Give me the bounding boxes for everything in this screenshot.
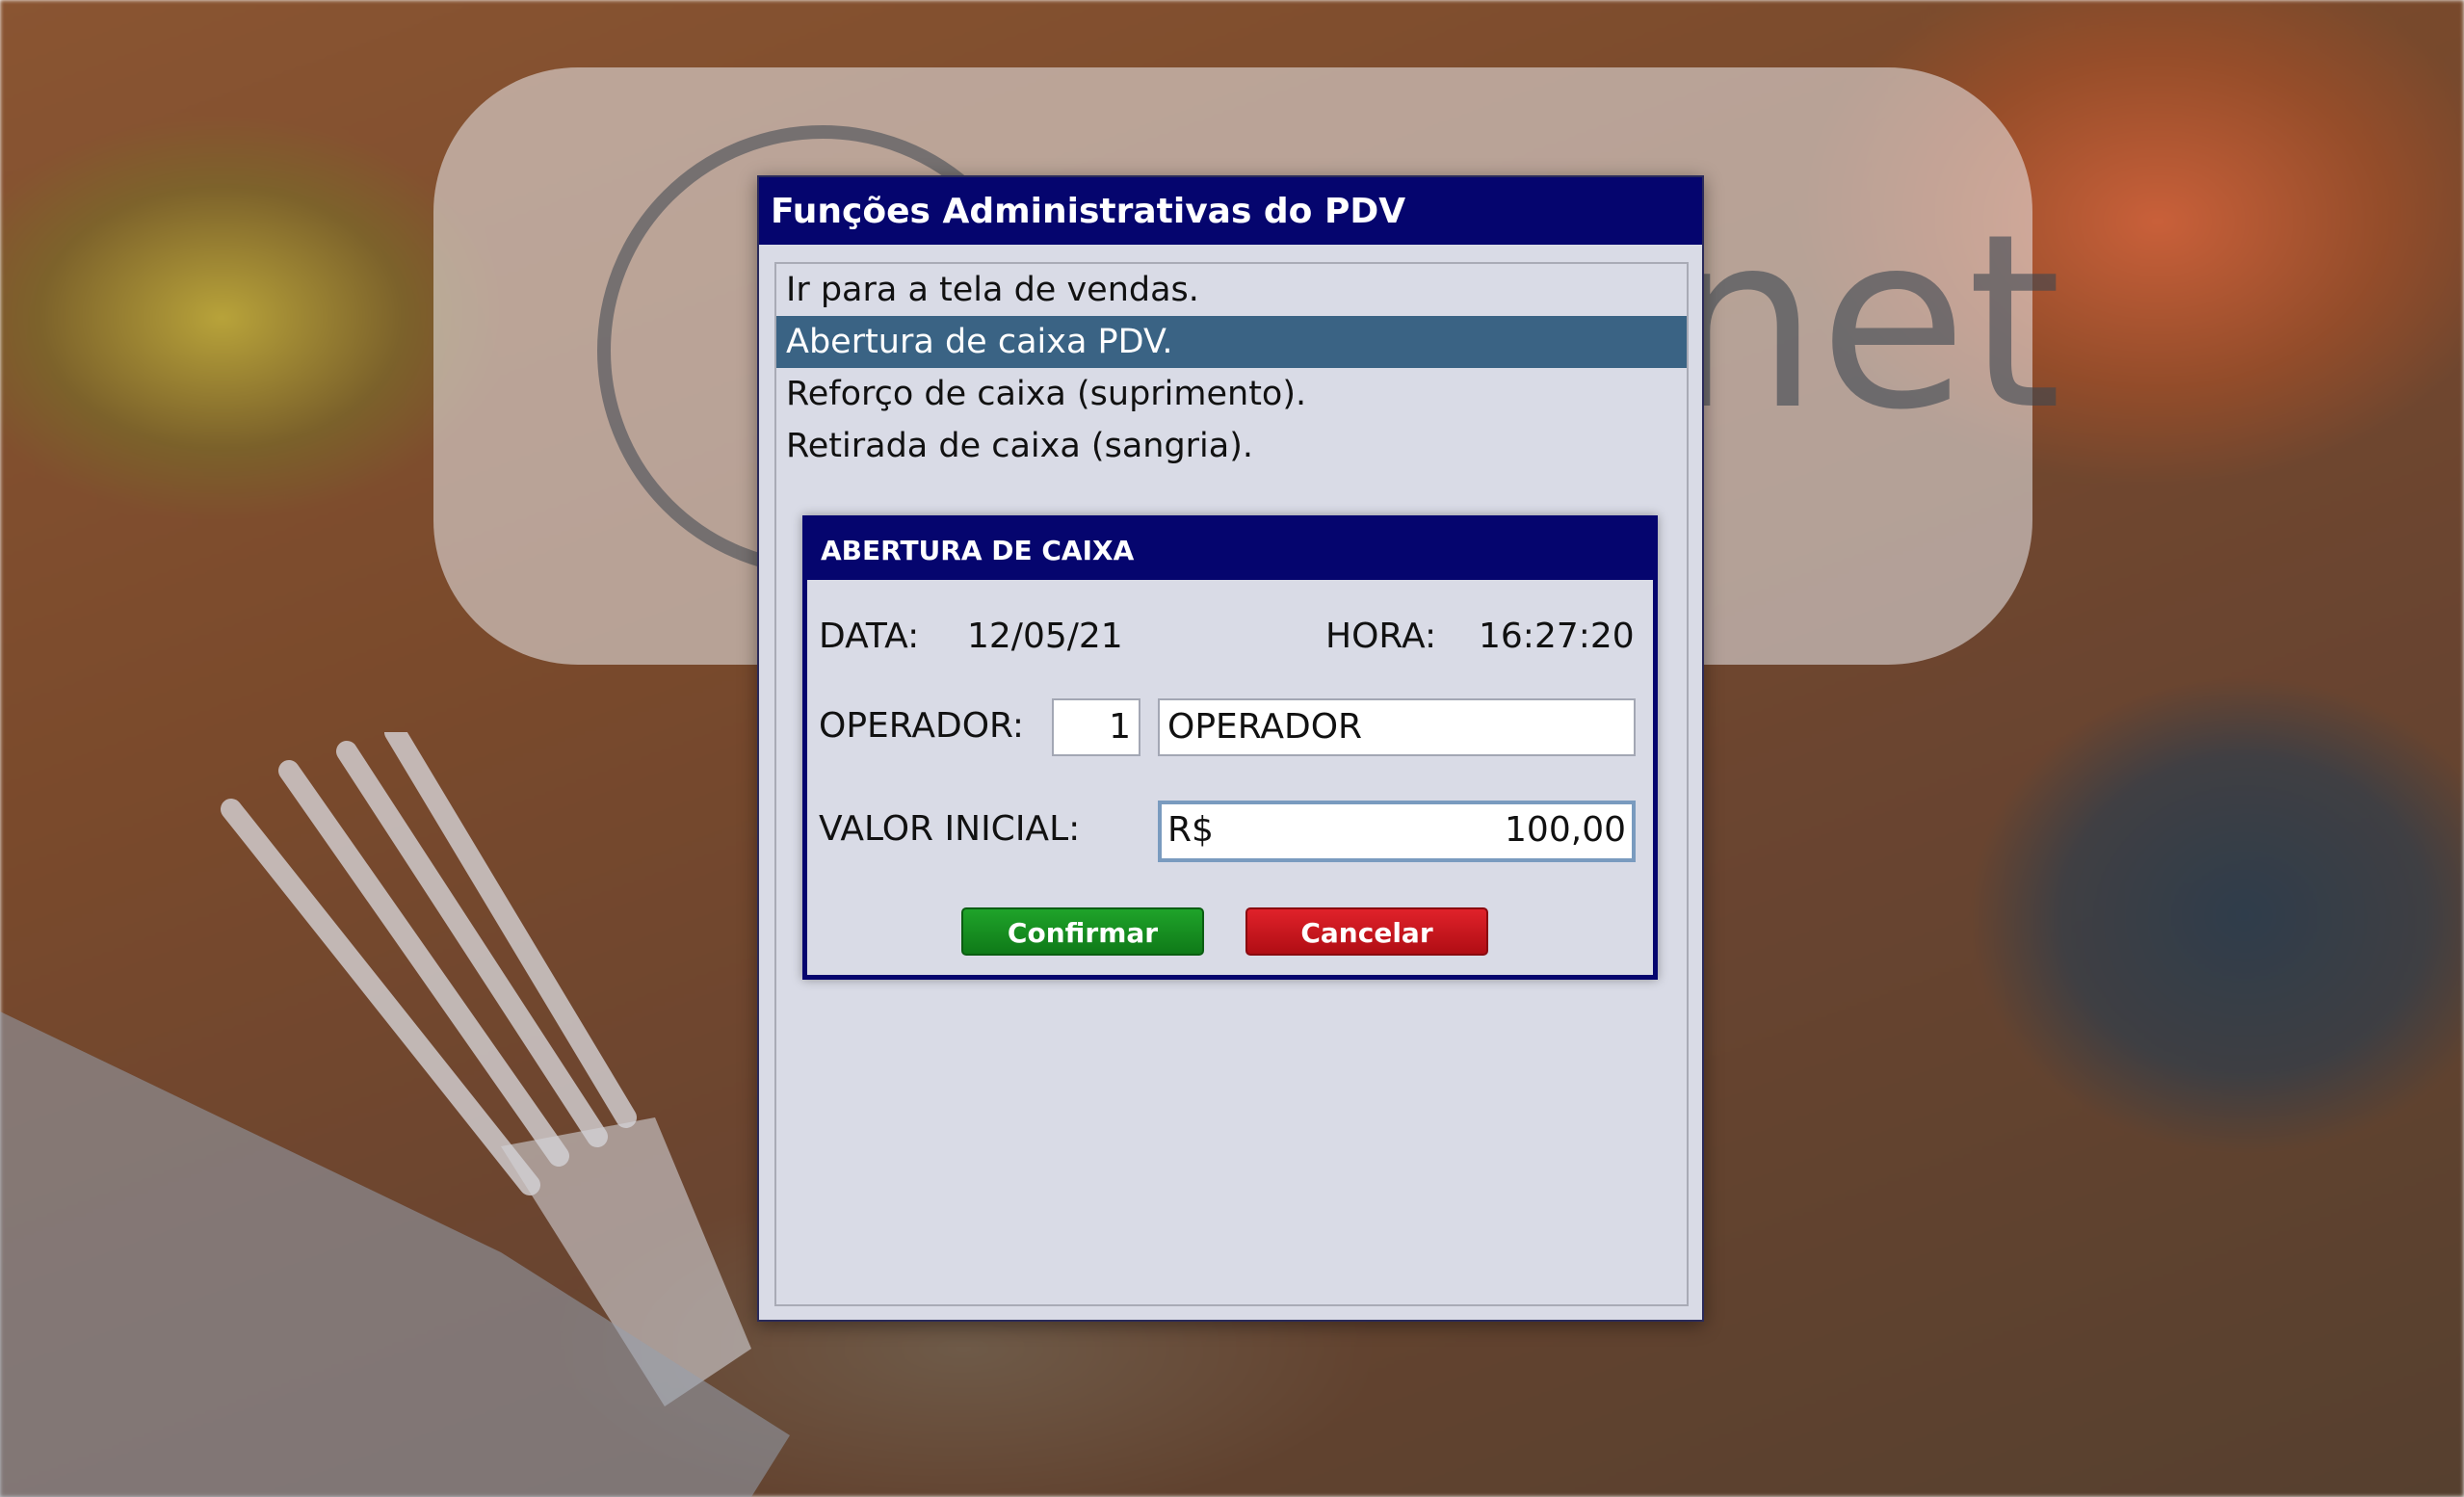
operator-name-input[interactable]: OPERADOR (1158, 698, 1636, 756)
open-register-title: ABERTURA DE CAIXA (807, 520, 1653, 580)
menu-item-cash-supply[interactable]: Reforço de caixa (suprimento). (776, 368, 1687, 420)
dialog-title: Funções Administrativas do PDV (759, 177, 1702, 245)
menu-item-sales-screen[interactable]: Ir para a tela de vendas. (776, 264, 1687, 316)
confirm-button[interactable]: Confirmar (961, 907, 1204, 956)
open-register-dialog: ABERTURA DE CAIXA DATA: 12/05/21 HORA: 1… (802, 515, 1658, 980)
operator-label: OPERADOR: (819, 706, 1025, 746)
date-value: 12/05/21 (967, 617, 1123, 656)
knife-image (0, 1011, 790, 1497)
menu-item-open-register[interactable]: Abertura de caixa PDV. (776, 316, 1687, 368)
background-logo-text: net (1666, 182, 2062, 462)
time-value: 16:27:20 (1479, 617, 1635, 656)
initial-value-amount: 100,00 (1505, 810, 1626, 850)
menu-item-cash-withdrawal[interactable]: Retirada de caixa (sangria). (776, 420, 1687, 472)
cancel-button[interactable]: Cancelar (1245, 907, 1488, 956)
date-label: DATA: (819, 617, 920, 656)
currency-prefix: R$ (1167, 810, 1214, 850)
time-label: HORA: (1325, 617, 1437, 656)
operator-code-input[interactable]: 1 (1052, 698, 1140, 756)
initial-value-input[interactable]: R$ 100,00 (1158, 801, 1636, 862)
initial-value-label: VALOR INICIAL: (819, 809, 1081, 849)
